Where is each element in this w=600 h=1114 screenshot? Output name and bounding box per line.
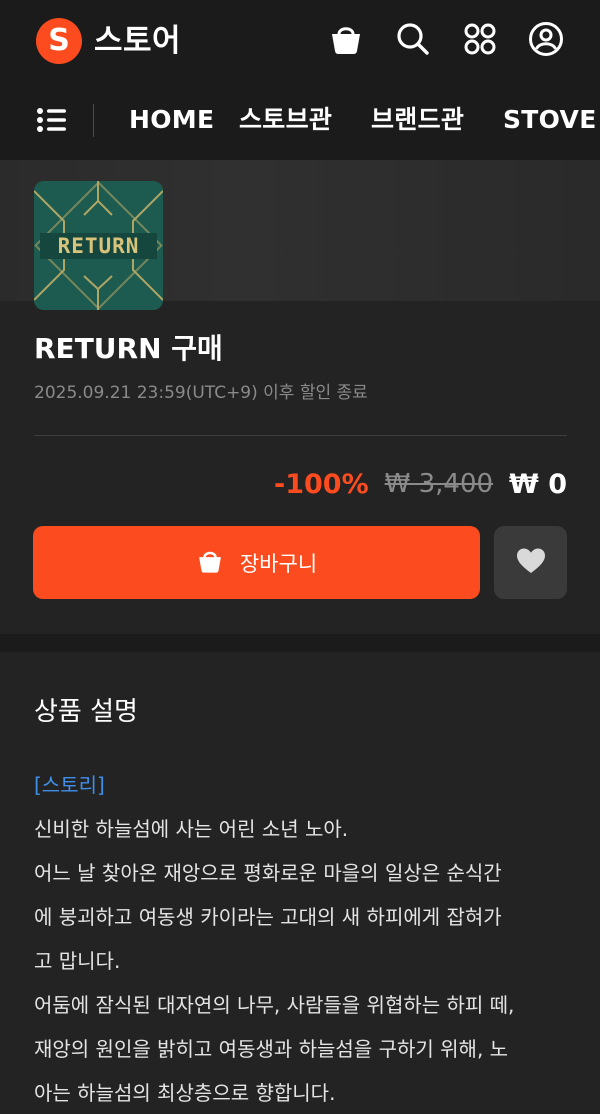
thumbnail-text: RETURN bbox=[58, 234, 140, 258]
price-row: -100% ₩ 3,400 ₩ 0 bbox=[274, 463, 567, 505]
cart-icon[interactable] bbox=[326, 18, 366, 60]
original-price: ₩ 3,400 bbox=[384, 469, 494, 499]
description-title: 상품 설명 bbox=[34, 697, 138, 727]
add-to-cart-button[interactable]: 장바구니 bbox=[33, 526, 480, 599]
description-line: 재앙의 원인을 밝히고 여동생과 하늘섬을 구하기 위해, 노 bbox=[34, 1037, 509, 1061]
nav-item-brand-hall[interactable]: 브랜드관 bbox=[371, 102, 464, 138]
top-header: S 스토어 bbox=[0, 0, 600, 80]
store-logo-badge[interactable]: S bbox=[36, 18, 82, 64]
divider bbox=[34, 435, 567, 436]
wishlist-button[interactable] bbox=[494, 526, 567, 599]
description-line: 어느 날 찾아온 재앙으로 평화로운 마을의 일상은 순식간 bbox=[34, 861, 502, 885]
nav-item-home[interactable]: HOME bbox=[129, 102, 214, 138]
description-body: [스토리] 신비한 하늘섬에 사는 어린 소년 노아. 어느 날 찾아온 재앙으… bbox=[34, 763, 574, 1114]
product-hero: RETURN RETURN 구매 2025.09.21 23:59(UTC+9)… bbox=[0, 160, 600, 634]
description-line: 에 붕괴하고 여동생 카이라는 고대의 새 하피에게 잡혀가 bbox=[34, 905, 502, 929]
discount-rate: -100% bbox=[274, 468, 369, 500]
apps-grid-icon[interactable] bbox=[460, 18, 500, 60]
category-nav: HOME 스토브관 브랜드관 STOVE bbox=[0, 80, 600, 160]
story-tag: [스토리] bbox=[34, 773, 105, 797]
product-title: RETURN 구매 bbox=[34, 332, 223, 365]
description-line: 어둠에 잠식된 대자연의 나무, 사람들을 위협하는 하피 떼, bbox=[34, 993, 515, 1017]
nav-item-stove[interactable]: STOVE bbox=[503, 102, 597, 138]
description-line: 신비한 하늘섬에 사는 어린 소년 노아. bbox=[34, 817, 349, 841]
nav-item-stove-hall[interactable]: 스토브관 bbox=[239, 102, 332, 138]
nav-divider bbox=[93, 104, 94, 137]
menu-list-icon[interactable] bbox=[34, 102, 74, 138]
user-profile-icon[interactable] bbox=[526, 18, 566, 60]
cart-bag-icon bbox=[196, 547, 224, 579]
sale-end-note: 2025.09.21 23:59(UTC+9) 이후 할인 종료 bbox=[34, 383, 368, 403]
heart-icon bbox=[516, 547, 546, 579]
product-description-section: 상품 설명 [스토리] 신비한 하늘섬에 사는 어린 소년 노아. 어느 날 찾… bbox=[0, 652, 600, 1114]
description-line: 고 맙니다. bbox=[34, 949, 121, 973]
product-thumbnail[interactable]: RETURN bbox=[34, 181, 163, 310]
description-line: 아는 하늘섬의 최상층으로 향합니다. bbox=[34, 1081, 336, 1105]
search-icon[interactable] bbox=[393, 18, 433, 60]
add-to-cart-label: 장바구니 bbox=[239, 551, 318, 576]
final-price: ₩ 0 bbox=[509, 468, 567, 500]
store-title[interactable]: 스토어 bbox=[94, 20, 181, 62]
